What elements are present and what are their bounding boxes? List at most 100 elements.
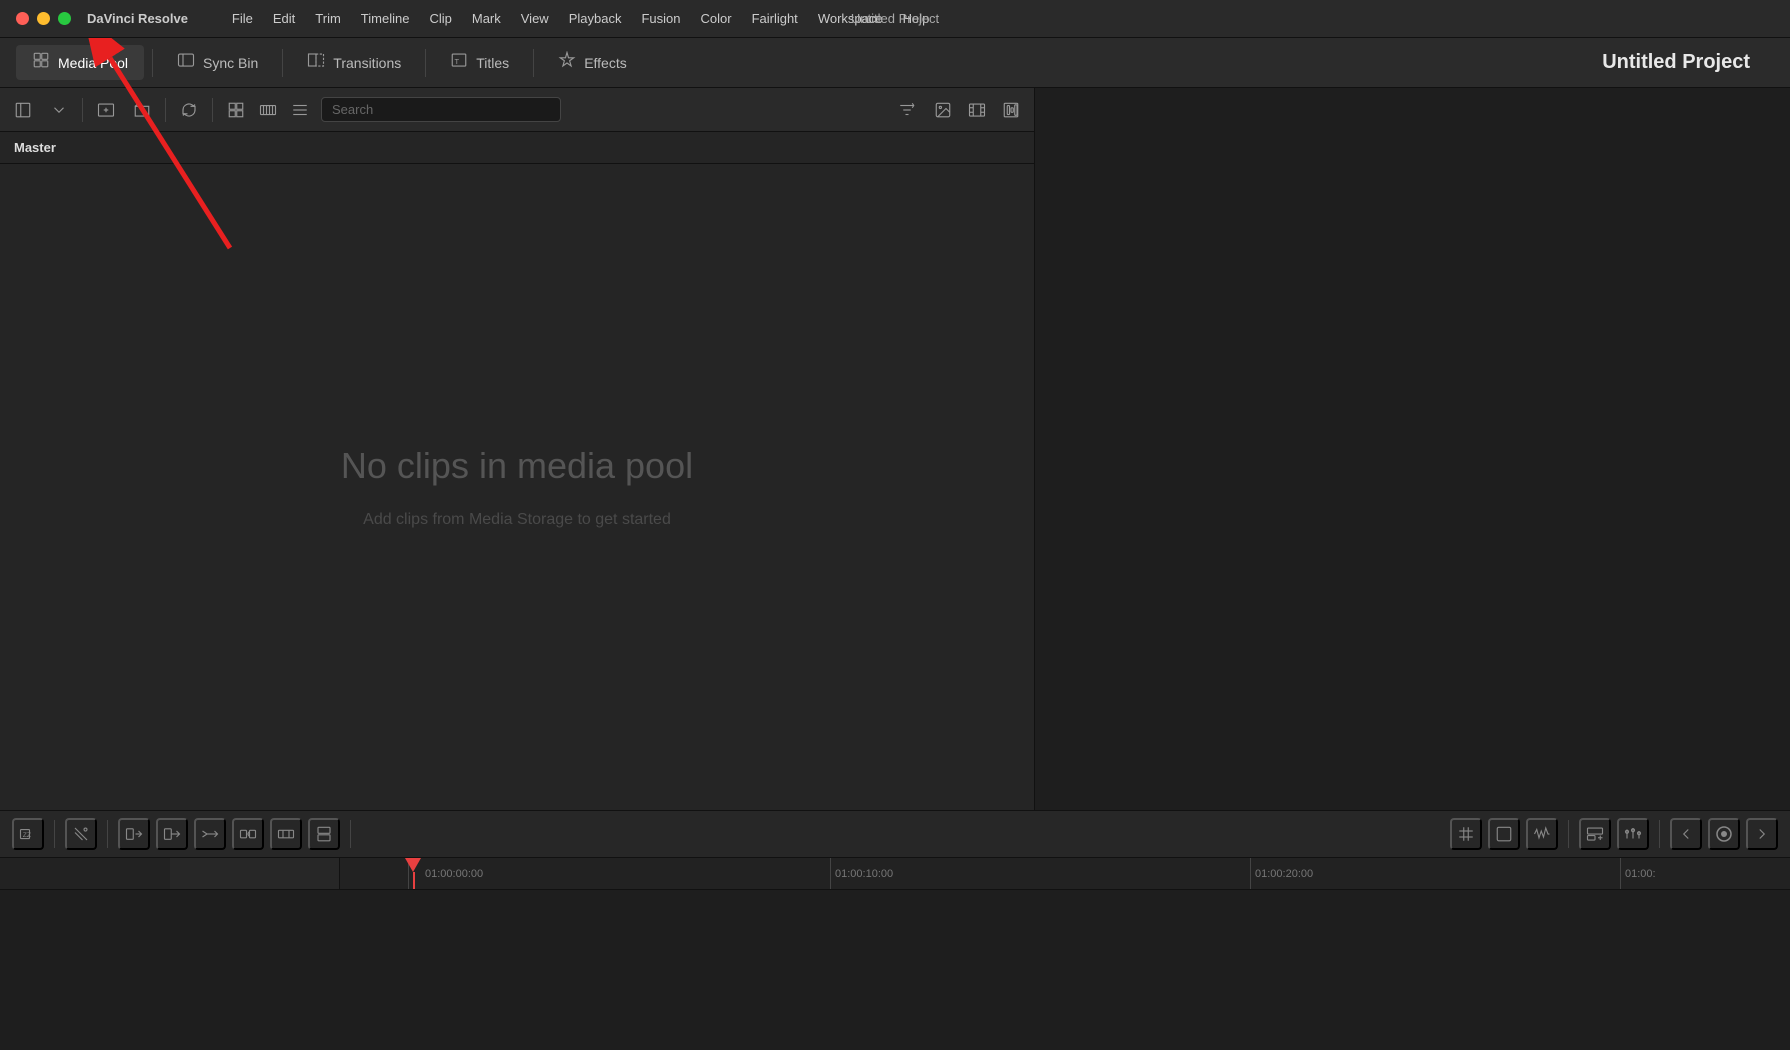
ruler-time-1: 01:00:10:00 <box>835 868 893 880</box>
app-name-menu[interactable]: DaVinci Resolve <box>87 11 188 26</box>
tab-transitions[interactable]: Transitions <box>291 45 417 80</box>
ruler-time-3: 01:00: <box>1625 868 1656 880</box>
menu-timeline[interactable]: Timeline <box>361 11 410 26</box>
tab-sync-bin-label: Sync Bin <box>203 55 258 71</box>
title-bar: DaVinci Resolve File Edit Trim Timeline … <box>0 0 1790 38</box>
minimize-button[interactable] <box>37 12 50 25</box>
menu-view[interactable]: View <box>521 11 549 26</box>
transitions-icon <box>307 51 325 74</box>
ruler-mark-1: 01:00:10:00 <box>830 858 893 889</box>
menu-fusion[interactable]: Fusion <box>641 11 680 26</box>
menu-file[interactable]: File <box>232 11 253 26</box>
playhead-triangle <box>405 858 421 872</box>
menu-clip[interactable]: Clip <box>429 11 451 26</box>
replace-button[interactable] <box>232 818 264 850</box>
ruler-time-0: 01:00:00:00 <box>413 868 483 880</box>
timeline-ruler-track[interactable]: 01:00:00:00 01:00:10:00 01:00:20:00 01:0… <box>340 858 1790 889</box>
tl-sep-1 <box>54 820 55 848</box>
play-button[interactable] <box>1708 818 1740 850</box>
chevron-down-button[interactable] <box>44 95 74 125</box>
ruler-mark-2: 01:00:20:00 <box>1250 858 1313 889</box>
media-pool-panel: Master No clips in media pool Add clips … <box>0 88 1035 810</box>
search-bar <box>321 97 886 122</box>
playhead-line <box>413 872 415 889</box>
tab-separator-4 <box>533 49 534 77</box>
empty-pool-area: No clips in media pool Add clips from Me… <box>0 164 1034 810</box>
media-toolbar <box>0 88 1034 132</box>
project-title-small: Untitled Project <box>851 11 939 26</box>
tab-media-pool[interactable]: Media Pool <box>16 45 144 80</box>
sync-bin-icon <box>177 51 195 74</box>
menu-edit[interactable]: Edit <box>273 11 295 26</box>
next-frame-button[interactable] <box>1746 818 1778 850</box>
titles-icon: T <box>450 51 468 74</box>
tab-titles-label: Titles <box>476 55 509 71</box>
tab-media-pool-label: Media Pool <box>58 55 128 71</box>
tab-separator-2 <box>282 49 283 77</box>
menu-trim[interactable]: Trim <box>315 11 341 26</box>
tab-sync-bin[interactable]: Sync Bin <box>161 45 274 80</box>
toolbar-sep-3 <box>212 98 213 122</box>
image-view-button[interactable] <box>928 95 958 125</box>
tl-sep-5 <box>1659 820 1660 848</box>
insert-button[interactable] <box>118 818 150 850</box>
ruler-mark-3: 01:00: <box>1620 858 1656 889</box>
tab-transitions-label: Transitions <box>333 55 401 71</box>
view-buttons <box>221 95 315 125</box>
list-view-button[interactable] <box>285 95 315 125</box>
prev-frame-button[interactable] <box>1670 818 1702 850</box>
timeline-flags-button[interactable] <box>1488 818 1520 850</box>
filmstrip-small-button[interactable] <box>962 95 992 125</box>
project-title-main: Untitled Project <box>647 51 1774 74</box>
media-pool-icon <box>32 51 50 74</box>
effects-icon <box>558 51 576 74</box>
tab-effects-label: Effects <box>584 55 627 71</box>
tab-separator-3 <box>425 49 426 77</box>
new-bin-button[interactable] <box>91 95 121 125</box>
timeline-audio-button[interactable] <box>1526 818 1558 850</box>
place-on-top-button[interactable] <box>308 818 340 850</box>
maximize-button[interactable] <box>58 12 71 25</box>
add-track-button[interactable] <box>1579 818 1611 850</box>
refresh-button[interactable] <box>174 95 204 125</box>
close-button[interactable] <box>16 12 29 25</box>
overwrite-button[interactable] <box>156 818 188 850</box>
sort-button[interactable] <box>892 95 922 125</box>
ripple-overwrite-button[interactable] <box>194 818 226 850</box>
timeline-toolbar: ZZ <box>0 810 1790 858</box>
preview-panel <box>1035 88 1790 810</box>
timeline-grid-button[interactable] <box>1450 818 1482 850</box>
toolbar-sep-1 <box>82 98 83 122</box>
master-folder-label: Master <box>0 132 1034 164</box>
main-area: Master No clips in media pool Add clips … <box>0 88 1790 810</box>
search-input[interactable] <box>321 97 561 122</box>
fit-to-fill-button[interactable] <box>270 818 302 850</box>
tl-sep-4 <box>1568 820 1569 848</box>
svg-text:T: T <box>455 57 460 66</box>
razor-button[interactable] <box>65 818 97 850</box>
ruler-mark-0: 01:00:00:00 <box>408 858 483 889</box>
window-controls <box>16 12 71 25</box>
ruler-time-2: 01:00:20:00 <box>1255 868 1313 880</box>
tl-sep-2 <box>107 820 108 848</box>
menu-fairlight[interactable]: Fairlight <box>752 11 798 26</box>
tab-separator <box>152 49 153 77</box>
tab-effects[interactable]: Effects <box>542 45 643 80</box>
mixer-button[interactable] <box>1617 818 1649 850</box>
timeline-ruler: 01:00:00:00 01:00:10:00 01:00:20:00 01:0… <box>0 858 1790 890</box>
tab-titles[interactable]: T Titles <box>434 45 525 80</box>
menu-mark[interactable]: Mark <box>472 11 501 26</box>
panel-toggle-button[interactable] <box>8 95 38 125</box>
menu-playback[interactable]: Playback <box>569 11 622 26</box>
auto-select-button[interactable]: ZZ <box>12 818 44 850</box>
toolbar-tabs: Media Pool Sync Bin Transitions T Titles… <box>0 38 1790 88</box>
tl-sep-3 <box>350 820 351 848</box>
no-clips-message: No clips in media pool <box>341 445 693 487</box>
new-folder-button[interactable] <box>127 95 157 125</box>
menu-color[interactable]: Color <box>700 11 731 26</box>
filmstrip-view-button[interactable] <box>253 95 283 125</box>
svg-text:ZZ: ZZ <box>23 832 31 839</box>
grid-view-button[interactable] <box>221 95 251 125</box>
audio-waveform-button[interactable] <box>996 95 1026 125</box>
tl-right-group <box>1579 818 1649 850</box>
